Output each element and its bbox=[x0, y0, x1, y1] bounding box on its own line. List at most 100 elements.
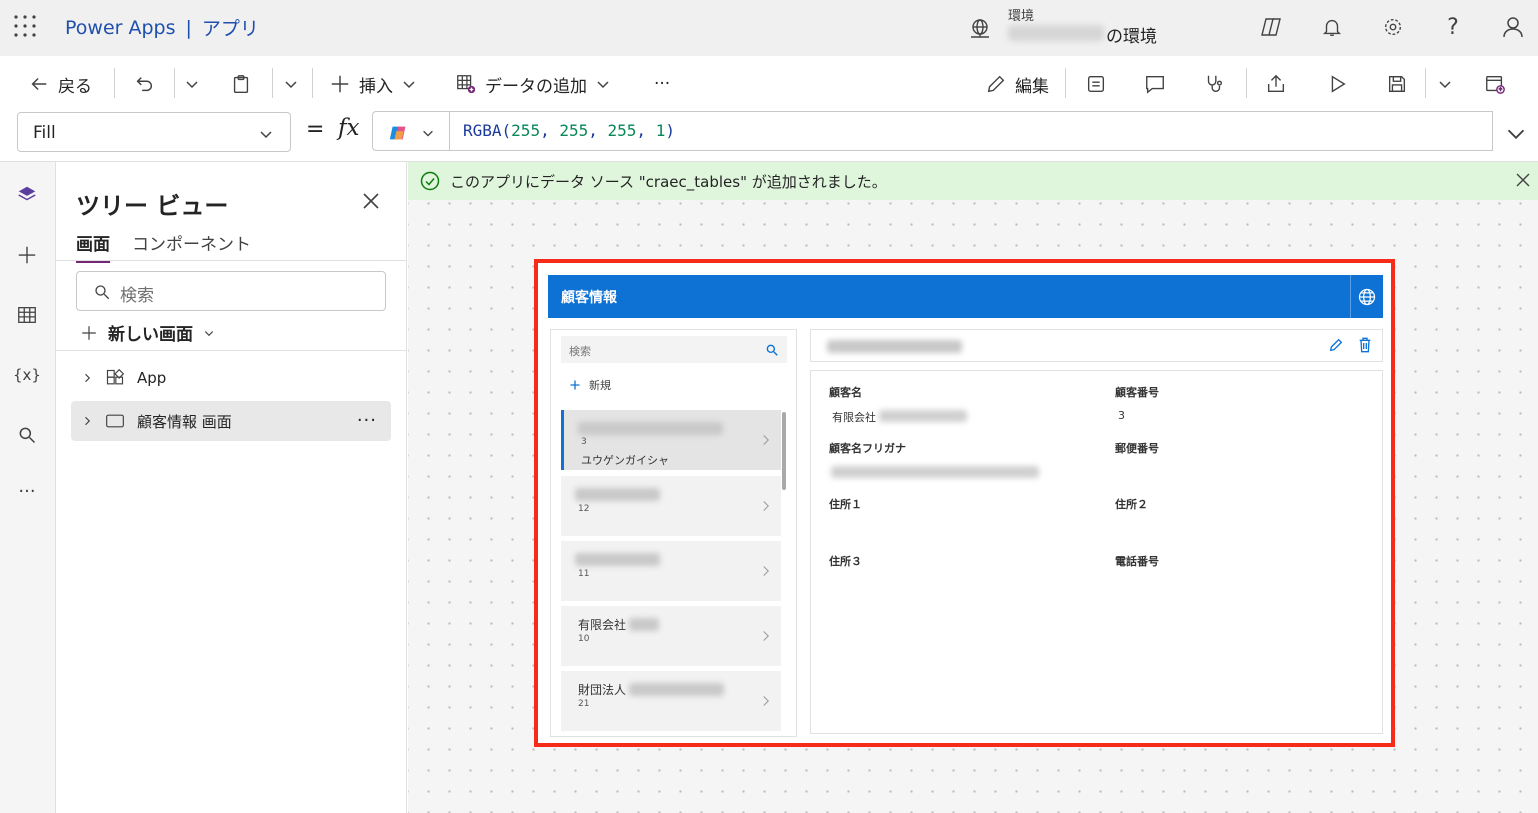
insert-icon[interactable] bbox=[12, 240, 42, 270]
environment-icon bbox=[968, 17, 992, 41]
stethoscope-icon bbox=[1207, 75, 1223, 93]
copilot-logo-icon bbox=[389, 126, 406, 140]
list-item[interactable]: 財団法人 21 bbox=[561, 671, 781, 731]
publish-button[interactable] bbox=[1484, 70, 1506, 98]
notification-bar: このアプリにデータ ソース "craec_tables" が追加されました。 bbox=[408, 162, 1538, 200]
more-icon[interactable]: ··· bbox=[12, 476, 42, 506]
close-icon[interactable] bbox=[361, 191, 381, 211]
new-screen-button[interactable]: 新しい画面 bbox=[80, 320, 215, 345]
copilot-icon[interactable] bbox=[1258, 14, 1284, 40]
formula-arg-r: 255 bbox=[511, 121, 541, 140]
app-checker-button[interactable] bbox=[1203, 70, 1225, 98]
list-item[interactable]: 有限会社 10 bbox=[561, 606, 781, 666]
waffle-menu-icon[interactable] bbox=[13, 14, 37, 38]
app-name-link[interactable]: Power Apps bbox=[65, 17, 176, 39]
tab-screens[interactable]: 画面 bbox=[76, 230, 110, 263]
search-placeholder: 検索 bbox=[569, 345, 591, 358]
close-icon[interactable] bbox=[1515, 172, 1531, 188]
undo-dropdown[interactable] bbox=[184, 70, 200, 98]
top-header: Power Apps | アプリ 環境 の環境 ? bbox=[0, 0, 1538, 56]
field-label: 電話番号 bbox=[1115, 555, 1159, 568]
formula-suffix: ) bbox=[665, 121, 675, 140]
chevron-right-icon[interactable] bbox=[81, 415, 97, 427]
new-record-button[interactable]: 新規 bbox=[569, 377, 611, 393]
chevron-down-icon bbox=[258, 126, 274, 142]
new-screen-label: 新しい画面 bbox=[108, 325, 193, 345]
item-kana: ユウゲンガイシャ bbox=[581, 454, 669, 467]
add-data-button[interactable]: データの追加 bbox=[455, 70, 611, 98]
edit-button[interactable]: 編集 bbox=[985, 70, 1049, 98]
list-item[interactable]: 3 ユウゲンガイシャ bbox=[561, 410, 781, 470]
gear-icon[interactable] bbox=[1380, 14, 1406, 40]
node-more-button[interactable]: ··· bbox=[357, 410, 377, 431]
tree-search-input[interactable]: 検索 bbox=[76, 271, 386, 311]
pencil-icon[interactable] bbox=[1328, 337, 1344, 353]
tree-view-icon[interactable] bbox=[12, 180, 42, 210]
more-commands-button[interactable]: ··· bbox=[654, 70, 670, 98]
equals-sign: = bbox=[306, 117, 325, 142]
field-label: 顧客番号 bbox=[1115, 386, 1159, 399]
list-item[interactable]: 11 bbox=[561, 541, 781, 601]
copilot-formula-button[interactable] bbox=[372, 111, 450, 151]
item-name-prefix: 有限会社 bbox=[578, 618, 627, 632]
chevron-right-icon bbox=[761, 434, 771, 446]
bell-icon[interactable] bbox=[1319, 14, 1345, 40]
data-icon[interactable] bbox=[12, 300, 42, 330]
redacted-text bbox=[879, 410, 967, 422]
gallery-search-input[interactable]: 検索 bbox=[561, 336, 787, 363]
share-icon bbox=[1267, 74, 1285, 93]
chevron-down-icon bbox=[204, 330, 214, 336]
chevron-right-icon[interactable] bbox=[81, 372, 97, 384]
preview-button[interactable] bbox=[1326, 70, 1348, 98]
item-number: 3 bbox=[581, 437, 587, 447]
property-value: Fill bbox=[33, 123, 56, 143]
formula-prefix: RGBA( bbox=[463, 121, 512, 140]
account-icon[interactable] bbox=[1500, 14, 1526, 40]
help-icon[interactable]: ? bbox=[1440, 14, 1466, 40]
divider bbox=[272, 68, 273, 98]
chevron-right-icon bbox=[761, 500, 771, 512]
variables-icon[interactable]: {x} bbox=[12, 360, 42, 390]
design-canvas[interactable]: このアプリにデータ ソース "craec_tables" が追加されました。 顧… bbox=[408, 162, 1538, 813]
property-dropdown[interactable]: Fill bbox=[17, 112, 291, 152]
formula-arg-b: 255 bbox=[607, 121, 637, 140]
expand-formula-icon[interactable] bbox=[1506, 124, 1526, 144]
save-dropdown[interactable] bbox=[1437, 70, 1453, 98]
customer-gallery: 検索 新規 3 ユウゲンガイシャ 12 11 有限会社 10 財団法人 21 bbox=[550, 329, 797, 737]
tab-components[interactable]: コンポーネント bbox=[132, 230, 251, 263]
pencil-icon bbox=[987, 75, 1005, 93]
environment-picker[interactable]: 環境 の環境 bbox=[966, 3, 1176, 51]
chevron-down-icon bbox=[403, 81, 415, 89]
app-screen-preview[interactable]: 顧客情報 検索 新規 3 ユウゲンガイシャ 12 11 有限会社 10 財団法人… bbox=[534, 259, 1395, 747]
clipboard-icon bbox=[233, 75, 249, 93]
panel-title: ツリー ビュー bbox=[76, 192, 229, 220]
insert-label: 挿入 bbox=[359, 76, 393, 97]
trash-icon[interactable] bbox=[1358, 337, 1372, 353]
comments-panel-button[interactable] bbox=[1085, 70, 1107, 98]
chevron-down-icon bbox=[285, 81, 297, 89]
insert-button[interactable]: 挿入 bbox=[329, 70, 417, 98]
section-link[interactable]: アプリ bbox=[202, 14, 259, 41]
search-icon[interactable] bbox=[12, 420, 42, 450]
divider bbox=[1065, 68, 1066, 98]
save-icon bbox=[1388, 75, 1406, 93]
gallery-scrollbar[interactable] bbox=[782, 412, 786, 490]
formula-input[interactable]: RGBA(255, 255, 255, 1) bbox=[449, 111, 1493, 151]
detail-form: 顧客名 有限会社 顧客番号 3 顧客名フリガナ 郵便番号 住所１ 住所２ 住所３… bbox=[810, 370, 1383, 734]
field-label: 住所２ bbox=[1115, 498, 1148, 511]
tree-node-app[interactable]: App bbox=[71, 358, 391, 398]
plus-icon bbox=[82, 325, 96, 340]
paste-dropdown[interactable] bbox=[283, 70, 299, 98]
undo-button[interactable] bbox=[133, 70, 155, 98]
paste-button[interactable] bbox=[230, 70, 252, 98]
save-button[interactable] bbox=[1386, 70, 1408, 98]
globe-icon[interactable] bbox=[1350, 275, 1383, 318]
comment-button[interactable] bbox=[1144, 70, 1166, 98]
plus-icon bbox=[570, 380, 580, 390]
list-item[interactable]: 12 bbox=[561, 476, 781, 536]
share-button[interactable] bbox=[1265, 70, 1287, 98]
app-title: 顧客情報 bbox=[561, 290, 617, 306]
add-data-label: データの追加 bbox=[485, 76, 587, 97]
back-button[interactable]: 戻る bbox=[28, 70, 92, 98]
tree-node-screen[interactable]: 顧客情報 画面 ··· bbox=[71, 401, 391, 441]
